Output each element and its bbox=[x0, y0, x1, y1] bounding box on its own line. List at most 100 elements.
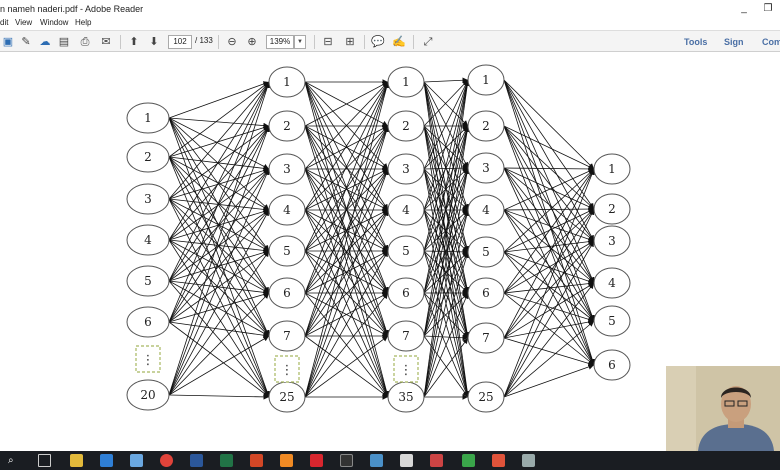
app-icon[interactable] bbox=[370, 454, 383, 467]
menu-view[interactable]: View bbox=[15, 18, 32, 27]
terminal-icon[interactable] bbox=[340, 454, 353, 467]
document-app-icon[interactable] bbox=[400, 454, 413, 467]
green-app-icon[interactable] bbox=[462, 454, 475, 467]
neuron-label: 4 bbox=[283, 203, 291, 217]
tools-link[interactable]: Tools bbox=[684, 37, 707, 47]
vlc-icon[interactable] bbox=[280, 454, 293, 467]
save-icon[interactable]: ▤ bbox=[56, 34, 72, 50]
sign-link[interactable]: Sign bbox=[724, 37, 744, 47]
neuron-label: 1 bbox=[144, 111, 152, 125]
neuron-node: 5 bbox=[387, 235, 425, 267]
fit-width-icon[interactable]: ⊞ bbox=[342, 34, 358, 50]
neuron-node: 1 bbox=[467, 64, 505, 96]
neuron-node: 5 bbox=[593, 305, 631, 337]
neuron-label: 3 bbox=[283, 162, 291, 176]
highlight-icon[interactable]: ✍ bbox=[391, 34, 407, 50]
connection-arrow bbox=[168, 168, 270, 323]
media-app-icon[interactable] bbox=[430, 454, 443, 467]
document-view[interactable]: 1 2 3 4 5 6 20 ⋮ 1 2 3 4 5 6 7 25 ⋮ 1 2 3 4 5 6 7 35 ⋮ 1 2 3 4 5 6 7 25 1 2… bbox=[0, 52, 780, 451]
neuron-label: 7 bbox=[283, 329, 291, 343]
neuron-node: 5 bbox=[467, 236, 505, 268]
toolbar-separator bbox=[120, 35, 121, 49]
edge-browser-icon[interactable] bbox=[100, 454, 113, 467]
connection-arrow bbox=[168, 168, 270, 282]
neuron-label: 3 bbox=[402, 162, 410, 176]
neuron-node: 2 bbox=[387, 110, 425, 142]
word-icon[interactable] bbox=[190, 454, 203, 467]
menu-edit[interactable]: dit bbox=[0, 18, 8, 27]
neuron-node: 4 bbox=[387, 194, 425, 226]
neuron-label: 2 bbox=[402, 119, 410, 133]
neuron-label: 7 bbox=[482, 331, 490, 345]
connection-arrow bbox=[503, 208, 595, 398]
powerpoint-icon[interactable] bbox=[250, 454, 263, 467]
neuron-node: 25 bbox=[467, 381, 505, 413]
tray-app-icon[interactable] bbox=[522, 454, 535, 467]
neuron-node: 2 bbox=[467, 110, 505, 142]
page-total: / 133 bbox=[195, 36, 213, 45]
comment-icon[interactable]: 💬 bbox=[370, 34, 386, 50]
neuron-node: 1 bbox=[126, 102, 170, 134]
fit-page-icon[interactable]: ⊟ bbox=[320, 34, 336, 50]
neuron-label: 5 bbox=[144, 274, 152, 288]
connection-arrow bbox=[503, 166, 595, 172]
page-number-input[interactable]: 102 bbox=[168, 35, 192, 49]
zoom-level-input[interactable]: 139% bbox=[266, 35, 294, 49]
chrome-icon[interactable] bbox=[160, 454, 173, 467]
orange-app-icon[interactable] bbox=[492, 454, 505, 467]
neuron-label: 1 bbox=[402, 75, 410, 89]
neuron-node: 1 bbox=[268, 66, 306, 98]
toolbar: ▣ ✎ ☁ ▤ ⎙ ✉ ⬆ ⬇ 102 / 133 ⊖ ⊕ 139% ▼ ⊟ ⊞… bbox=[0, 30, 780, 52]
zoom-in-icon[interactable]: ⊕ bbox=[244, 34, 260, 50]
search-icon[interactable]: ⌕ bbox=[8, 454, 21, 467]
neuron-label: 1 bbox=[482, 73, 490, 87]
neuron-label: 35 bbox=[398, 390, 413, 404]
neuron-node: 20 bbox=[126, 379, 170, 411]
excel-icon[interactable] bbox=[220, 454, 233, 467]
minimize-button[interactable]: _ bbox=[736, 2, 752, 16]
neuron-node: 6 bbox=[126, 306, 170, 338]
neuron-label: 4 bbox=[402, 203, 410, 217]
neuron-node: 35 bbox=[387, 381, 425, 413]
neuron-label: 4 bbox=[608, 276, 616, 290]
menu-window[interactable]: Window bbox=[40, 18, 68, 27]
neuron-label: 3 bbox=[608, 234, 616, 248]
connection-arrow bbox=[503, 282, 595, 398]
connection-arrow bbox=[503, 320, 595, 398]
acrobat-icon[interactable] bbox=[310, 454, 323, 467]
connection-arrow bbox=[168, 239, 270, 337]
connection-arrow bbox=[503, 167, 595, 242]
menu-help[interactable]: Help bbox=[75, 18, 91, 27]
neuron-node: 5 bbox=[268, 235, 306, 267]
create-pdf-icon[interactable]: ✎ bbox=[18, 34, 34, 50]
neuron-node: 3 bbox=[593, 225, 631, 257]
ellipsis-symbol: ⋮ bbox=[142, 353, 155, 368]
neuron-node: 7 bbox=[387, 320, 425, 352]
open-icon[interactable]: ▣ bbox=[0, 34, 16, 50]
toolbar-separator bbox=[314, 35, 315, 49]
neuron-node: 25 bbox=[268, 381, 306, 413]
connection-arrow bbox=[503, 79, 595, 366]
comment-link[interactable]: Com bbox=[762, 37, 780, 47]
restore-button[interactable]: ❐ bbox=[760, 2, 776, 16]
neuron-label: 2 bbox=[144, 150, 152, 164]
previous-page-icon[interactable]: ⬆ bbox=[126, 34, 142, 50]
print-icon[interactable]: ⎙ bbox=[77, 34, 93, 50]
zoom-out-icon[interactable]: ⊖ bbox=[224, 34, 240, 50]
neuron-label: 6 bbox=[608, 358, 616, 372]
task-view-icon[interactable] bbox=[38, 454, 51, 467]
neuron-node: 6 bbox=[467, 277, 505, 309]
neuron-node: 6 bbox=[593, 349, 631, 381]
neuron-node: 6 bbox=[268, 277, 306, 309]
connection-arrow bbox=[503, 292, 595, 323]
cloud-upload-icon[interactable]: ☁ bbox=[37, 34, 53, 50]
mail-icon[interactable] bbox=[130, 454, 143, 467]
zoom-dropdown-icon[interactable]: ▼ bbox=[294, 35, 306, 49]
email-icon[interactable]: ✉ bbox=[98, 34, 114, 50]
next-page-icon[interactable]: ⬇ bbox=[146, 34, 162, 50]
neuron-label: 1 bbox=[608, 162, 616, 176]
file-explorer-icon[interactable] bbox=[70, 454, 83, 467]
connection-arrow bbox=[168, 321, 270, 338]
full-screen-icon[interactable]: ⤢ bbox=[420, 34, 436, 50]
neuron-label: 5 bbox=[608, 314, 616, 328]
